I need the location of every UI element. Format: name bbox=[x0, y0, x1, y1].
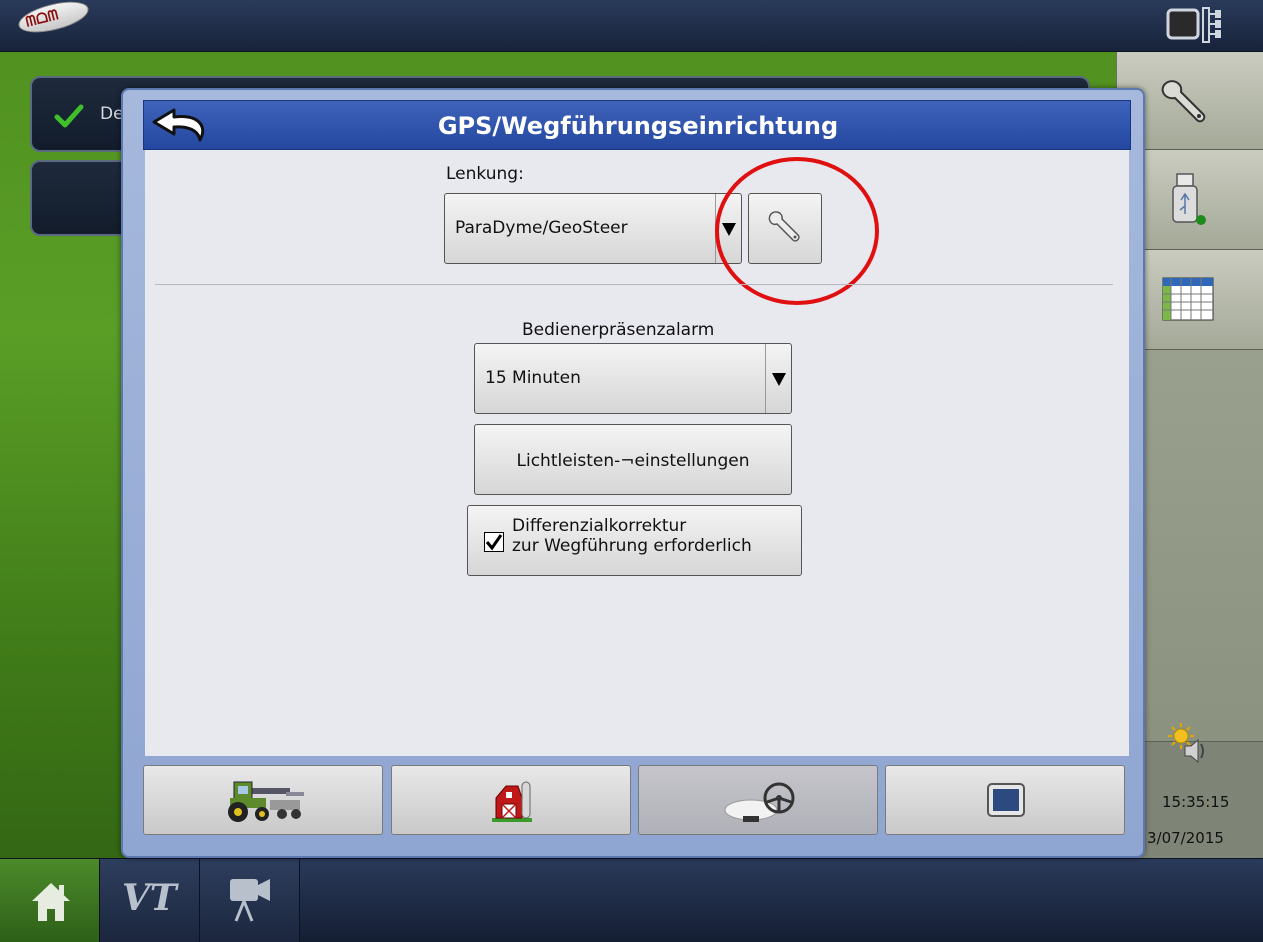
usb-icon bbox=[1172, 173, 1206, 225]
camera-button[interactable] bbox=[200, 859, 300, 942]
bottom-bar: VT bbox=[0, 858, 1263, 942]
lightbar-settings-label: Lichtleisten-¬einstellungen bbox=[516, 451, 750, 471]
sun-speaker-icon[interactable] bbox=[1167, 722, 1211, 766]
vt-icon: VT bbox=[122, 877, 177, 919]
dialog-title: GPS/Wegführungseinrichtung bbox=[437, 112, 839, 140]
display-layout-icon bbox=[1166, 7, 1221, 43]
operator-alarm-label: Bedienerpräsenzalarm bbox=[522, 320, 715, 340]
steering-value: ParaDyme/GeoSteer bbox=[455, 218, 628, 238]
home-button[interactable] bbox=[0, 859, 100, 942]
steering-select[interactable]: ParaDyme/GeoSteer bbox=[444, 193, 742, 264]
diff-correction-line1: Differenzialkorrektur bbox=[512, 516, 687, 536]
operator-alarm-dropdown-toggle[interactable] bbox=[765, 344, 791, 413]
top-bar: ᗰᗝᗰ bbox=[0, 0, 1263, 52]
table-icon bbox=[1162, 277, 1214, 321]
tab-gps-steering[interactable] bbox=[638, 765, 878, 835]
map-toggle-button[interactable] bbox=[1165, 4, 1225, 48]
steering-label: Lenkung: bbox=[446, 164, 524, 184]
barn-icon bbox=[492, 781, 532, 822]
status-date: 3/07/2015 bbox=[1147, 829, 1224, 847]
tractor-icon bbox=[228, 781, 304, 822]
wrench-icon bbox=[1161, 80, 1206, 123]
diff-correction-toggle[interactable]: Differenzialkorrektur zur Wegführung erf… bbox=[467, 505, 802, 576]
logo: ᗰᗝᗰ bbox=[15, 0, 92, 42]
home-icon bbox=[32, 883, 70, 921]
section-divider bbox=[155, 284, 1113, 285]
tab-farm[interactable] bbox=[391, 765, 631, 835]
gps-steering-icon bbox=[724, 782, 795, 822]
operator-alarm-value: 15 Minuten bbox=[485, 368, 581, 388]
diff-correction-line2: zur Wegführung erforderlich bbox=[512, 536, 752, 556]
back-arrow-icon bbox=[152, 108, 205, 142]
status-time: 15:35:15 bbox=[1162, 793, 1230, 811]
tab-display[interactable] bbox=[885, 765, 1125, 835]
tab-vehicle[interactable] bbox=[143, 765, 383, 835]
camera-icon bbox=[230, 879, 270, 922]
operator-alarm-select[interactable]: 15 Minuten bbox=[474, 343, 792, 414]
chevron-down-icon bbox=[772, 373, 786, 386]
highlight-circle bbox=[715, 157, 879, 305]
display-icon bbox=[987, 783, 1025, 817]
diff-correction-checkbox[interactable] bbox=[484, 532, 504, 552]
checkmark-icon bbox=[485, 534, 503, 551]
diff-correction-label: Differenzialkorrektur zur Wegführung erf… bbox=[512, 516, 752, 556]
dialog-header: GPS/Wegführungseinrichtung bbox=[143, 100, 1131, 150]
checkmark-icon bbox=[54, 104, 84, 128]
vt-button[interactable]: VT bbox=[100, 859, 200, 942]
back-button[interactable] bbox=[146, 104, 216, 146]
lightbar-settings-button[interactable]: Lichtleisten-¬einstellungen bbox=[474, 424, 792, 495]
